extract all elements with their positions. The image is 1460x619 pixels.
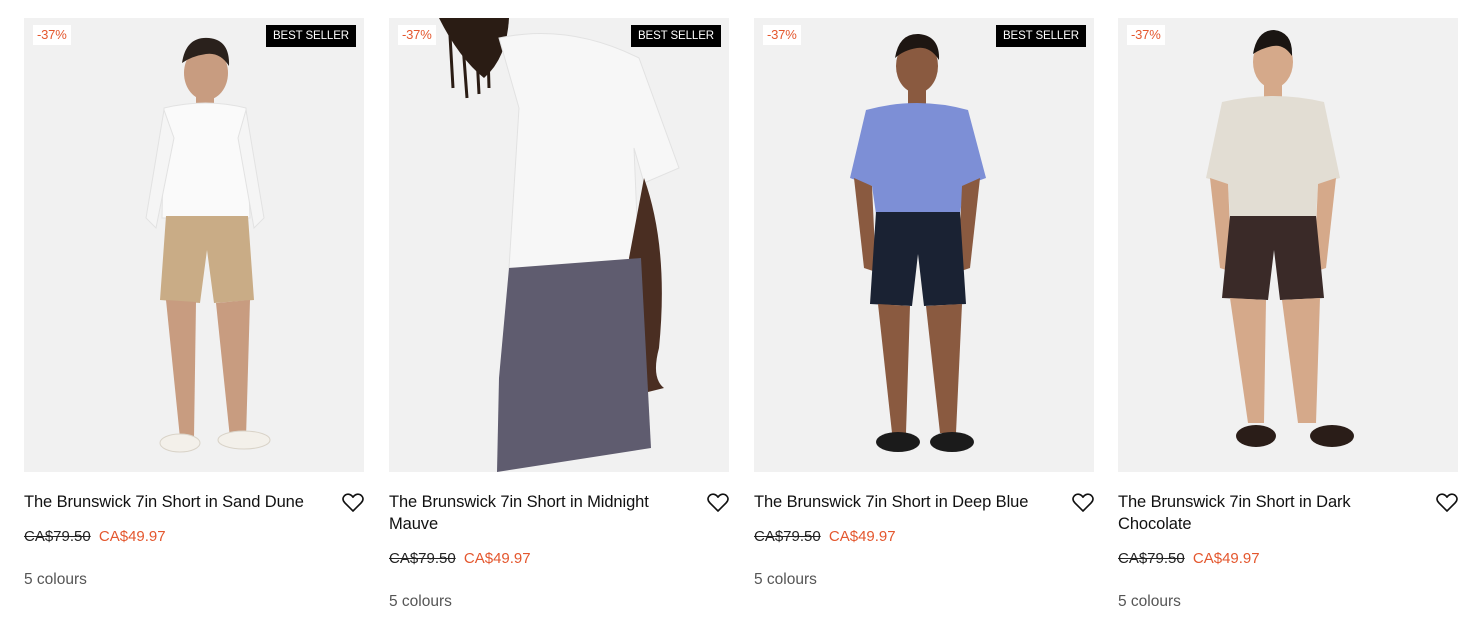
best-seller-badge: BEST SELLER: [995, 25, 1086, 47]
heart-icon[interactable]: [1436, 493, 1458, 513]
colour-count[interactable]: 5 colours: [1118, 592, 1458, 612]
sale-price: CA$49.97: [1192, 550, 1260, 567]
original-price: CA$79.50: [1118, 550, 1185, 567]
original-price: CA$79.50: [24, 528, 91, 545]
price-row: CA$79.50 CA$49.97: [24, 527, 364, 547]
product-image[interactable]: -37% BEST SELLER: [754, 18, 1094, 472]
product-title[interactable]: The Brunswick 7in Short in Midnight Mauv…: [389, 491, 679, 535]
best-seller-badge: BEST SELLER: [265, 25, 356, 47]
heart-icon[interactable]: [1072, 493, 1094, 513]
original-price: CA$79.50: [754, 528, 821, 545]
product-image[interactable]: -37% BEST SELLER: [24, 18, 364, 472]
heart-icon[interactable]: [342, 493, 364, 513]
colour-count[interactable]: 5 colours: [24, 570, 364, 590]
product-title[interactable]: The Brunswick 7in Short in Deep Blue: [754, 491, 1044, 513]
product-image[interactable]: -37% BEST SELLER: [389, 18, 729, 472]
product-photo: [389, 18, 729, 472]
product-card[interactable]: -37% BEST SELLER The Brunswick 7in Short…: [24, 18, 364, 590]
product-photo: [754, 18, 1094, 472]
product-card[interactable]: -37% BEST SELLER The Brunswick 7in Short…: [389, 18, 729, 612]
price-row: CA$79.50 CA$49.97: [754, 527, 1094, 547]
sale-price: CA$49.97: [463, 550, 531, 567]
product-image[interactable]: -37%: [1118, 18, 1458, 472]
original-price: CA$79.50: [389, 550, 456, 567]
product-info: The Brunswick 7in Short in Dark Chocolat…: [1118, 472, 1458, 612]
discount-badge: -37%: [398, 25, 436, 45]
product-info: The Brunswick 7in Short in Deep Blue CA$…: [754, 472, 1094, 590]
product-card[interactable]: -37% The Brunswick 7in Short in Dark Cho…: [1118, 18, 1458, 612]
product-photo: [24, 18, 364, 472]
sale-price: CA$49.97: [828, 528, 896, 545]
colour-count[interactable]: 5 colours: [754, 570, 1094, 590]
sale-price: CA$49.97: [98, 528, 166, 545]
product-info: The Brunswick 7in Short in Sand Dune CA$…: [24, 472, 364, 590]
discount-badge: -37%: [1127, 25, 1165, 45]
product-card[interactable]: -37% BEST SELLER The Brunswick 7in Short…: [754, 18, 1094, 590]
heart-icon[interactable]: [707, 493, 729, 513]
product-title[interactable]: The Brunswick 7in Short in Sand Dune: [24, 491, 314, 513]
price-row: CA$79.50 CA$49.97: [1118, 549, 1458, 569]
colour-count[interactable]: 5 colours: [389, 592, 729, 612]
discount-badge: -37%: [763, 25, 801, 45]
product-photo: [1118, 18, 1458, 472]
product-info: The Brunswick 7in Short in Midnight Mauv…: [389, 472, 729, 612]
discount-badge: -37%: [33, 25, 71, 45]
price-row: CA$79.50 CA$49.97: [389, 549, 729, 569]
product-title[interactable]: The Brunswick 7in Short in Dark Chocolat…: [1118, 491, 1408, 535]
best-seller-badge: BEST SELLER: [630, 25, 721, 47]
product-grid: -37% BEST SELLER The Brunswick 7in Short…: [0, 0, 1460, 619]
